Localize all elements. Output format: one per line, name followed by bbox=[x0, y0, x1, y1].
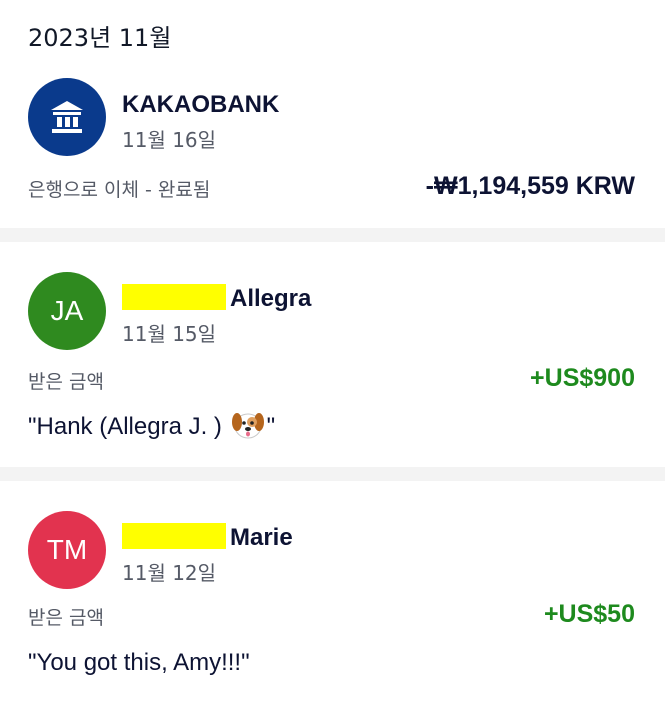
transaction-item-marie[interactable]: TM Marie 11월 12일 받은 금액 +US$50 "You got t… bbox=[0, 481, 665, 705]
bank-avatar bbox=[28, 78, 106, 156]
transaction-date: 11월 12일 bbox=[122, 561, 217, 585]
avatar-tm: TM bbox=[28, 511, 106, 589]
note-text: "Hank (Allegra J. ) bbox=[28, 413, 222, 440]
section-divider bbox=[0, 228, 665, 242]
activity-page: 2023년 11월 KAKAOBANK 11월 16일 은행으로 이체 - 완료… bbox=[0, 0, 665, 705]
section-divider bbox=[0, 467, 665, 481]
transaction-status: 받은 금액 bbox=[28, 371, 104, 393]
transaction-name-visible: Allegra bbox=[230, 285, 312, 312]
bank-icon bbox=[51, 101, 83, 133]
transaction-date: 11월 15일 bbox=[122, 322, 217, 346]
transaction-name: Marie bbox=[122, 523, 293, 552]
transaction-item-allegra[interactable]: JA Allegra 11월 15일 받은 금액 +US$900 "Hank (… bbox=[0, 242, 665, 467]
transaction-status: 은행으로 이체 - 완료됨 bbox=[28, 179, 211, 201]
note-text-end: " bbox=[266, 413, 276, 440]
transaction-note: "You got this, Amy!!!" bbox=[28, 649, 250, 676]
dog-face-icon bbox=[231, 413, 264, 439]
transaction-note: "Hank (Allegra J. ) " bbox=[28, 410, 275, 441]
transaction-amount: +US$900 bbox=[530, 364, 635, 392]
transaction-amount: +US$50 bbox=[543, 600, 635, 628]
transaction-status: 받은 금액 bbox=[28, 607, 104, 629]
redacted-name-block bbox=[122, 523, 226, 549]
avatar-initials: JA bbox=[50, 295, 84, 326]
transaction-name: Allegra bbox=[122, 284, 311, 313]
transaction-name-visible: Marie bbox=[230, 524, 293, 551]
transaction-name: KAKAOBANK bbox=[122, 91, 280, 118]
transaction-date: 11월 16일 bbox=[122, 128, 217, 152]
transaction-item-kakaobank[interactable]: KAKAOBANK 11월 16일 은행으로 이체 - 완료됨 -₩1,194,… bbox=[0, 0, 665, 228]
redacted-name-block bbox=[122, 284, 226, 310]
avatar-initials: TM bbox=[46, 534, 88, 565]
transaction-amount: -₩1,194,559 KRW bbox=[425, 172, 635, 200]
avatar-ja: JA bbox=[28, 272, 106, 350]
